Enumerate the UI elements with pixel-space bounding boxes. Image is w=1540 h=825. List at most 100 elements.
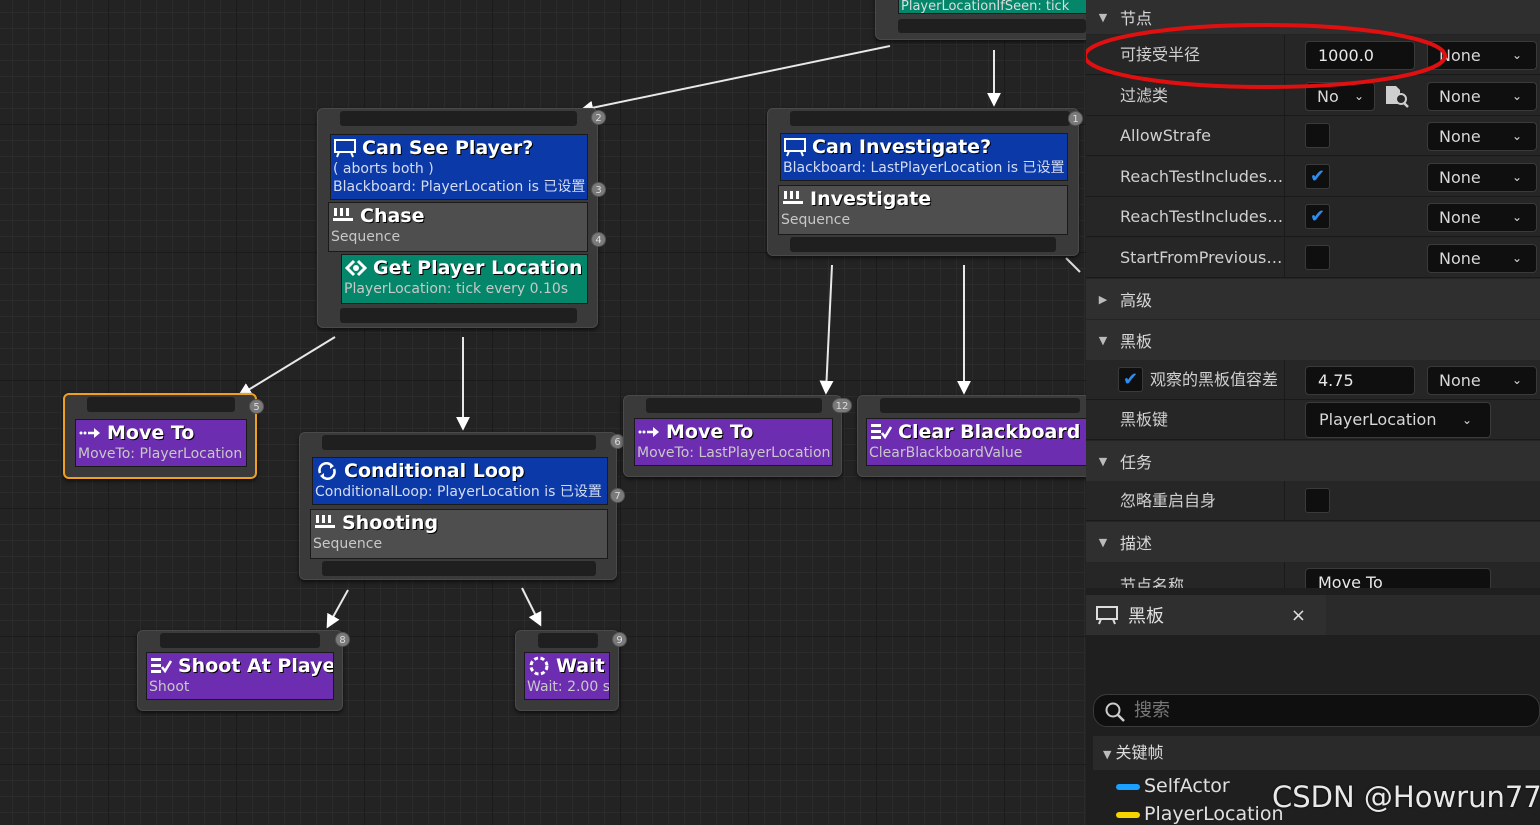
prop-node-name: 节点名称 Move To — [1086, 562, 1540, 588]
allow-strafe-dropdown[interactable]: None ⌄ — [1427, 122, 1537, 151]
root-partial-node[interactable]: PlayerLocationIfSeen: tick — [875, 0, 1090, 40]
section-description[interactable]: ▼ 描述 — [1086, 522, 1540, 562]
prop-reach-test-agent: ReachTestIncludesAg... ✔ None ⌄ — [1086, 157, 1540, 197]
shooting-node[interactable]: Conditional Loop ConditionalLoop: Player… — [299, 432, 625, 580]
prop-label: 黑板键 — [1120, 410, 1169, 429]
move-to-last-input-pin[interactable] — [646, 398, 822, 413]
chevron-down-icon: ⌄ — [1511, 48, 1522, 62]
shooting-input-pin[interactable] — [322, 435, 596, 450]
conditional-loop-decorator[interactable]: Conditional Loop ConditionalLoop: Player… — [312, 457, 608, 505]
key-name: SelfActor — [1144, 775, 1230, 797]
dropdown-value: PlayerLocation — [1319, 410, 1437, 429]
blackboard-key-player-location[interactable]: PlayerLocation — [1116, 803, 1284, 825]
section-advanced[interactable]: ▶ 高级 — [1086, 279, 1540, 319]
clear-blackboard-input-pin[interactable] — [880, 398, 1080, 413]
dropdown-value: None — [1439, 371, 1481, 390]
wait-input-pin[interactable] — [538, 633, 598, 648]
reach-test-goal-dropdown[interactable]: None ⌄ — [1427, 203, 1537, 232]
move-to-last-node[interactable]: Move To MoveTo: LastPlayerLocation 12 — [623, 395, 852, 477]
move-to-player-node[interactable]: Move To MoveTo: PlayerLocation 5 — [63, 393, 264, 479]
highlight-annotation-ellipse — [1086, 23, 1447, 89]
blackboard-key-dropdown[interactable]: PlayerLocation ⌄ — [1305, 402, 1491, 438]
reach-test-goal-checkbox[interactable]: ✔ — [1305, 204, 1330, 229]
order-badge: 1 — [1068, 111, 1083, 126]
dropdown-value: None — [1439, 127, 1481, 146]
can-see-aborts: ( aborts both ) — [333, 161, 434, 177]
shoot-at-player-node[interactable]: Shoot At Player Shoot 8 — [137, 630, 350, 711]
shoot-sub: Shoot — [149, 679, 190, 695]
collapse-arrow-icon: ▼ — [1103, 748, 1112, 761]
can-investigate-decorator[interactable]: Can Investigate? Blackboard: LastPlayerL… — [780, 133, 1068, 181]
tolerance-input[interactable]: 4.75 — [1305, 366, 1415, 395]
shoot-input-pin[interactable] — [160, 633, 320, 648]
conditional-loop-title: Conditional Loop — [344, 459, 525, 482]
allow-strafe-checkbox[interactable] — [1305, 123, 1330, 148]
can-investigate-blackboard: Blackboard: LastPlayerLocation is 已设置 — [783, 160, 1065, 176]
shoot-body: Shoot At Player Shoot — [146, 652, 334, 700]
order-badge: 2 — [591, 110, 606, 125]
tolerance-checkbox[interactable]: ✔ — [1118, 367, 1143, 392]
chase-output-pin[interactable] — [340, 308, 577, 323]
blackboard-search-input[interactable]: 搜索 — [1093, 694, 1540, 727]
behavior-tree-graph[interactable]: PlayerLocationIfSeen: tick Can See Playe… — [0, 0, 1092, 825]
investigate-node[interactable]: Can Investigate? Blackboard: LastPlayerL… — [767, 108, 1083, 256]
wait-body: Wait Wait: 2.00 s — [524, 652, 610, 700]
chevron-down-icon: ⌄ — [1511, 89, 1522, 103]
section-advanced-label: 高级 — [1120, 291, 1153, 310]
shooting-body: Shooting Sequence — [310, 509, 608, 559]
blackboard-tab[interactable]: 黑板 × — [1086, 595, 1326, 635]
prop-label: 观察的黑板值容差 — [1150, 370, 1279, 389]
loop-icon — [318, 461, 336, 480]
dropdown-value: None — [1439, 208, 1481, 227]
prop-label: 节点名称 — [1120, 576, 1185, 588]
investigate-output-pin[interactable] — [790, 237, 1056, 252]
clear-blackboard-sub: ClearBlackboardValue — [869, 445, 1023, 461]
prop-label: ReachTestIncludesG... — [1120, 207, 1286, 226]
investigate-sub: Sequence — [781, 212, 851, 228]
shooting-output-pin[interactable] — [322, 561, 596, 576]
wait-node[interactable]: Wait Wait: 2.00 s 9 — [515, 630, 627, 711]
task-icon — [151, 657, 172, 673]
tolerance-dropdown[interactable]: None ⌄ — [1427, 366, 1537, 395]
order-badge: 8 — [335, 632, 350, 647]
prop-start-from-previous: StartFromPreviousPa... None ⌄ — [1086, 238, 1540, 278]
key-name: PlayerLocation — [1144, 803, 1284, 825]
ignore-restart-checkbox[interactable] — [1305, 488, 1330, 513]
watermark: CSDN @Howrun777 — [1272, 780, 1540, 814]
wait-icon — [529, 656, 549, 675]
can-see-player-decorator[interactable]: Can See Player? ( aborts both ) Blackboa… — [330, 134, 588, 200]
clear-blackboard-node[interactable]: Clear Blackboard Va ClearBlackboardValue — [857, 395, 1092, 477]
collapse-arrow-icon: ▼ — [1098, 535, 1108, 549]
prop-reach-test-goal: ReachTestIncludesG... ✔ None ⌄ — [1086, 197, 1540, 237]
get-player-location-service[interactable]: Get Player Location PlayerLocation: tick… — [341, 254, 588, 304]
section-task[interactable]: ▼ 任务 — [1086, 441, 1540, 481]
chase-input-pin[interactable] — [340, 111, 577, 126]
reach-test-agent-checkbox[interactable]: ✔ — [1305, 164, 1330, 189]
sequence-icon — [315, 514, 335, 528]
investigate-body: Investigate Sequence — [778, 185, 1068, 235]
search-icon — [1105, 702, 1125, 722]
chevron-down-icon: ⌄ — [1511, 210, 1522, 224]
decorator-icon — [334, 138, 356, 157]
reach-test-agent-dropdown[interactable]: None ⌄ — [1427, 163, 1537, 192]
clear-blackboard-body: Clear Blackboard Va ClearBlackboardValue — [866, 418, 1092, 466]
node-name-input[interactable]: Move To — [1305, 568, 1491, 588]
prop-label: ReachTestIncludesAg... — [1120, 167, 1286, 186]
move-to-input-pin[interactable] — [87, 397, 235, 412]
blackboard-tab-label: 黑板 — [1128, 606, 1164, 627]
chase-node[interactable]: Can See Player? ( aborts both ) Blackboa… — [317, 108, 606, 328]
key-category-row[interactable]: ▼ 关键帧 — [1093, 736, 1540, 770]
prop-allow-strafe: AllowStrafe None ⌄ — [1086, 116, 1540, 156]
investigate-input-pin[interactable] — [790, 111, 1070, 126]
blackboard-key-self-actor[interactable]: SelfActor — [1116, 775, 1230, 797]
vector-type-icon — [1116, 811, 1140, 818]
get-player-title: Get Player Location — [373, 256, 583, 279]
section-blackboard[interactable]: ▼ 黑板 — [1086, 320, 1540, 360]
start-from-previous-checkbox[interactable] — [1305, 245, 1330, 270]
close-icon[interactable]: × — [1291, 605, 1306, 626]
section-task-label: 任务 — [1120, 453, 1153, 472]
dropdown-value: None — [1439, 168, 1481, 187]
key-category-label: 关键帧 — [1115, 743, 1164, 762]
start-from-previous-dropdown[interactable]: None ⌄ — [1427, 244, 1537, 273]
chevron-down-icon: ⌄ — [1461, 413, 1472, 427]
